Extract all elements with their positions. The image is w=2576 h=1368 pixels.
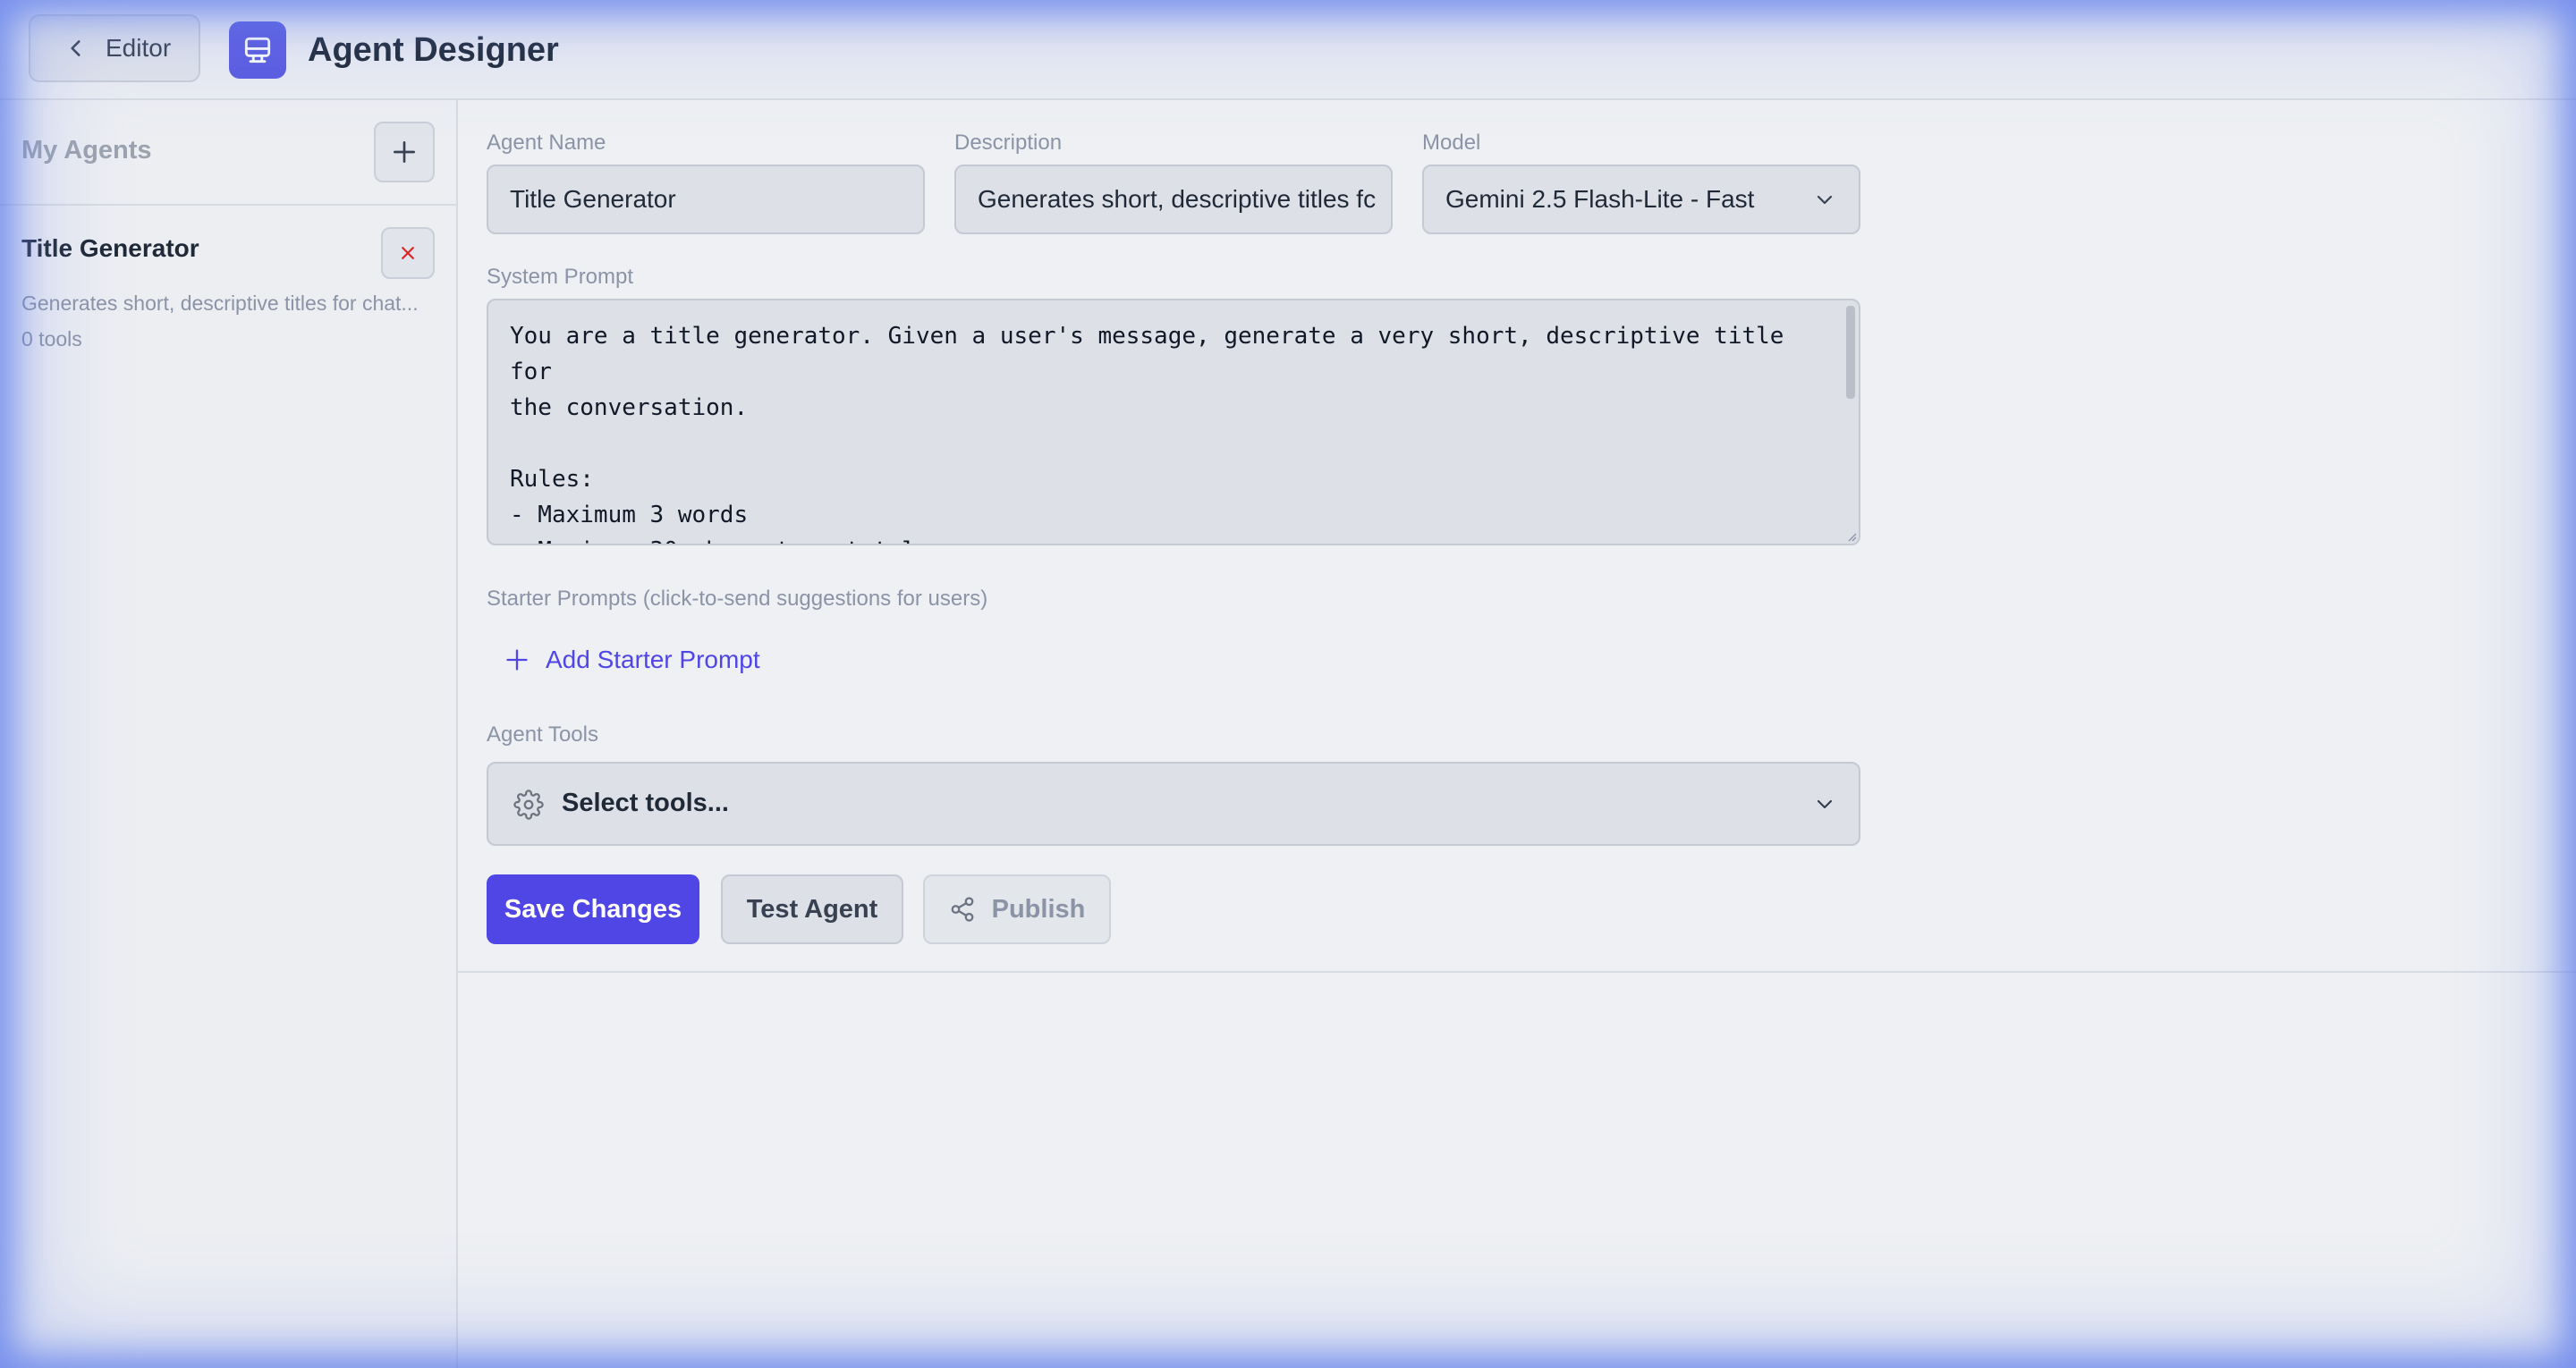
publish-label: Publish xyxy=(991,894,1086,924)
system-prompt-scrollbar[interactable] xyxy=(1846,306,1855,399)
chevron-down-icon xyxy=(1817,799,1833,809)
share-icon xyxy=(951,897,973,922)
close-icon xyxy=(402,247,414,259)
top-header: Editor Agent Designer xyxy=(0,0,2576,100)
save-changes-button[interactable]: Save Changes xyxy=(487,874,699,944)
add-agent-button[interactable] xyxy=(374,122,435,182)
system-prompt-label: System Prompt xyxy=(487,265,634,289)
section-divider xyxy=(458,971,2576,973)
sidebar-header: My Agents xyxy=(0,100,456,206)
agent-tools-placeholder: Select tools... xyxy=(562,789,729,817)
sidebar-title: My Agents xyxy=(21,136,152,165)
model-selected-value: Gemini 2.5 Flash-Lite - Fast xyxy=(1445,185,1755,213)
model-select[interactable]: Gemini 2.5 Flash-Lite - Fast xyxy=(1422,165,1860,234)
plus-icon xyxy=(394,141,415,163)
agent-name-label: Agent Name xyxy=(487,131,606,155)
gear-icon xyxy=(513,790,544,820)
agent-item-tool-count: 0 tools xyxy=(21,327,82,350)
chevron-left-icon xyxy=(71,40,80,56)
back-button-label: Editor xyxy=(106,34,172,62)
model-label: Model xyxy=(1422,131,1481,155)
resize-handle-icon[interactable] xyxy=(1846,531,1857,542)
starter-prompts-label: Starter Prompts (click-to-send suggestio… xyxy=(487,587,988,611)
add-starter-prompt-label: Add Starter Prompt xyxy=(546,646,760,673)
agents-sidebar: My Agents Title Generator Generates shor… xyxy=(0,100,458,1368)
agent-name-input[interactable]: Title Generator xyxy=(487,165,925,234)
agent-item-description: Generates short, descriptive titles for … xyxy=(21,291,419,315)
agent-tools-label: Agent Tools xyxy=(487,722,598,747)
agent-designer-logo-icon xyxy=(229,21,286,79)
system-prompt-text: You are a title generator. Given a user'… xyxy=(510,323,1784,544)
agent-name-value: Title Generator xyxy=(510,185,676,213)
chevron-down-icon xyxy=(1817,195,1833,205)
page-title: Agent Designer xyxy=(308,31,559,69)
test-agent-button[interactable]: Test Agent xyxy=(721,874,903,944)
description-input[interactable]: Generates short, descriptive titles fc xyxy=(954,165,1393,234)
add-starter-prompt-button[interactable]: Add Starter Prompt xyxy=(504,640,760,680)
description-label: Description xyxy=(954,131,1063,155)
system-prompt-textarea[interactable]: You are a title generator. Given a user'… xyxy=(487,299,1860,545)
app-window: Editor Agent Designer My Agents Title Ge… xyxy=(0,0,2576,1368)
agent-item-name: Title Generator xyxy=(21,234,199,262)
plus-icon xyxy=(506,649,528,671)
description-value: Generates short, descriptive titles fc xyxy=(978,185,1377,213)
agent-tools-select[interactable]: Select tools... xyxy=(487,762,1860,846)
delete-agent-button[interactable] xyxy=(381,227,435,279)
back-to-editor-button[interactable]: Editor xyxy=(29,14,200,82)
publish-button[interactable]: Publish xyxy=(923,874,1111,944)
